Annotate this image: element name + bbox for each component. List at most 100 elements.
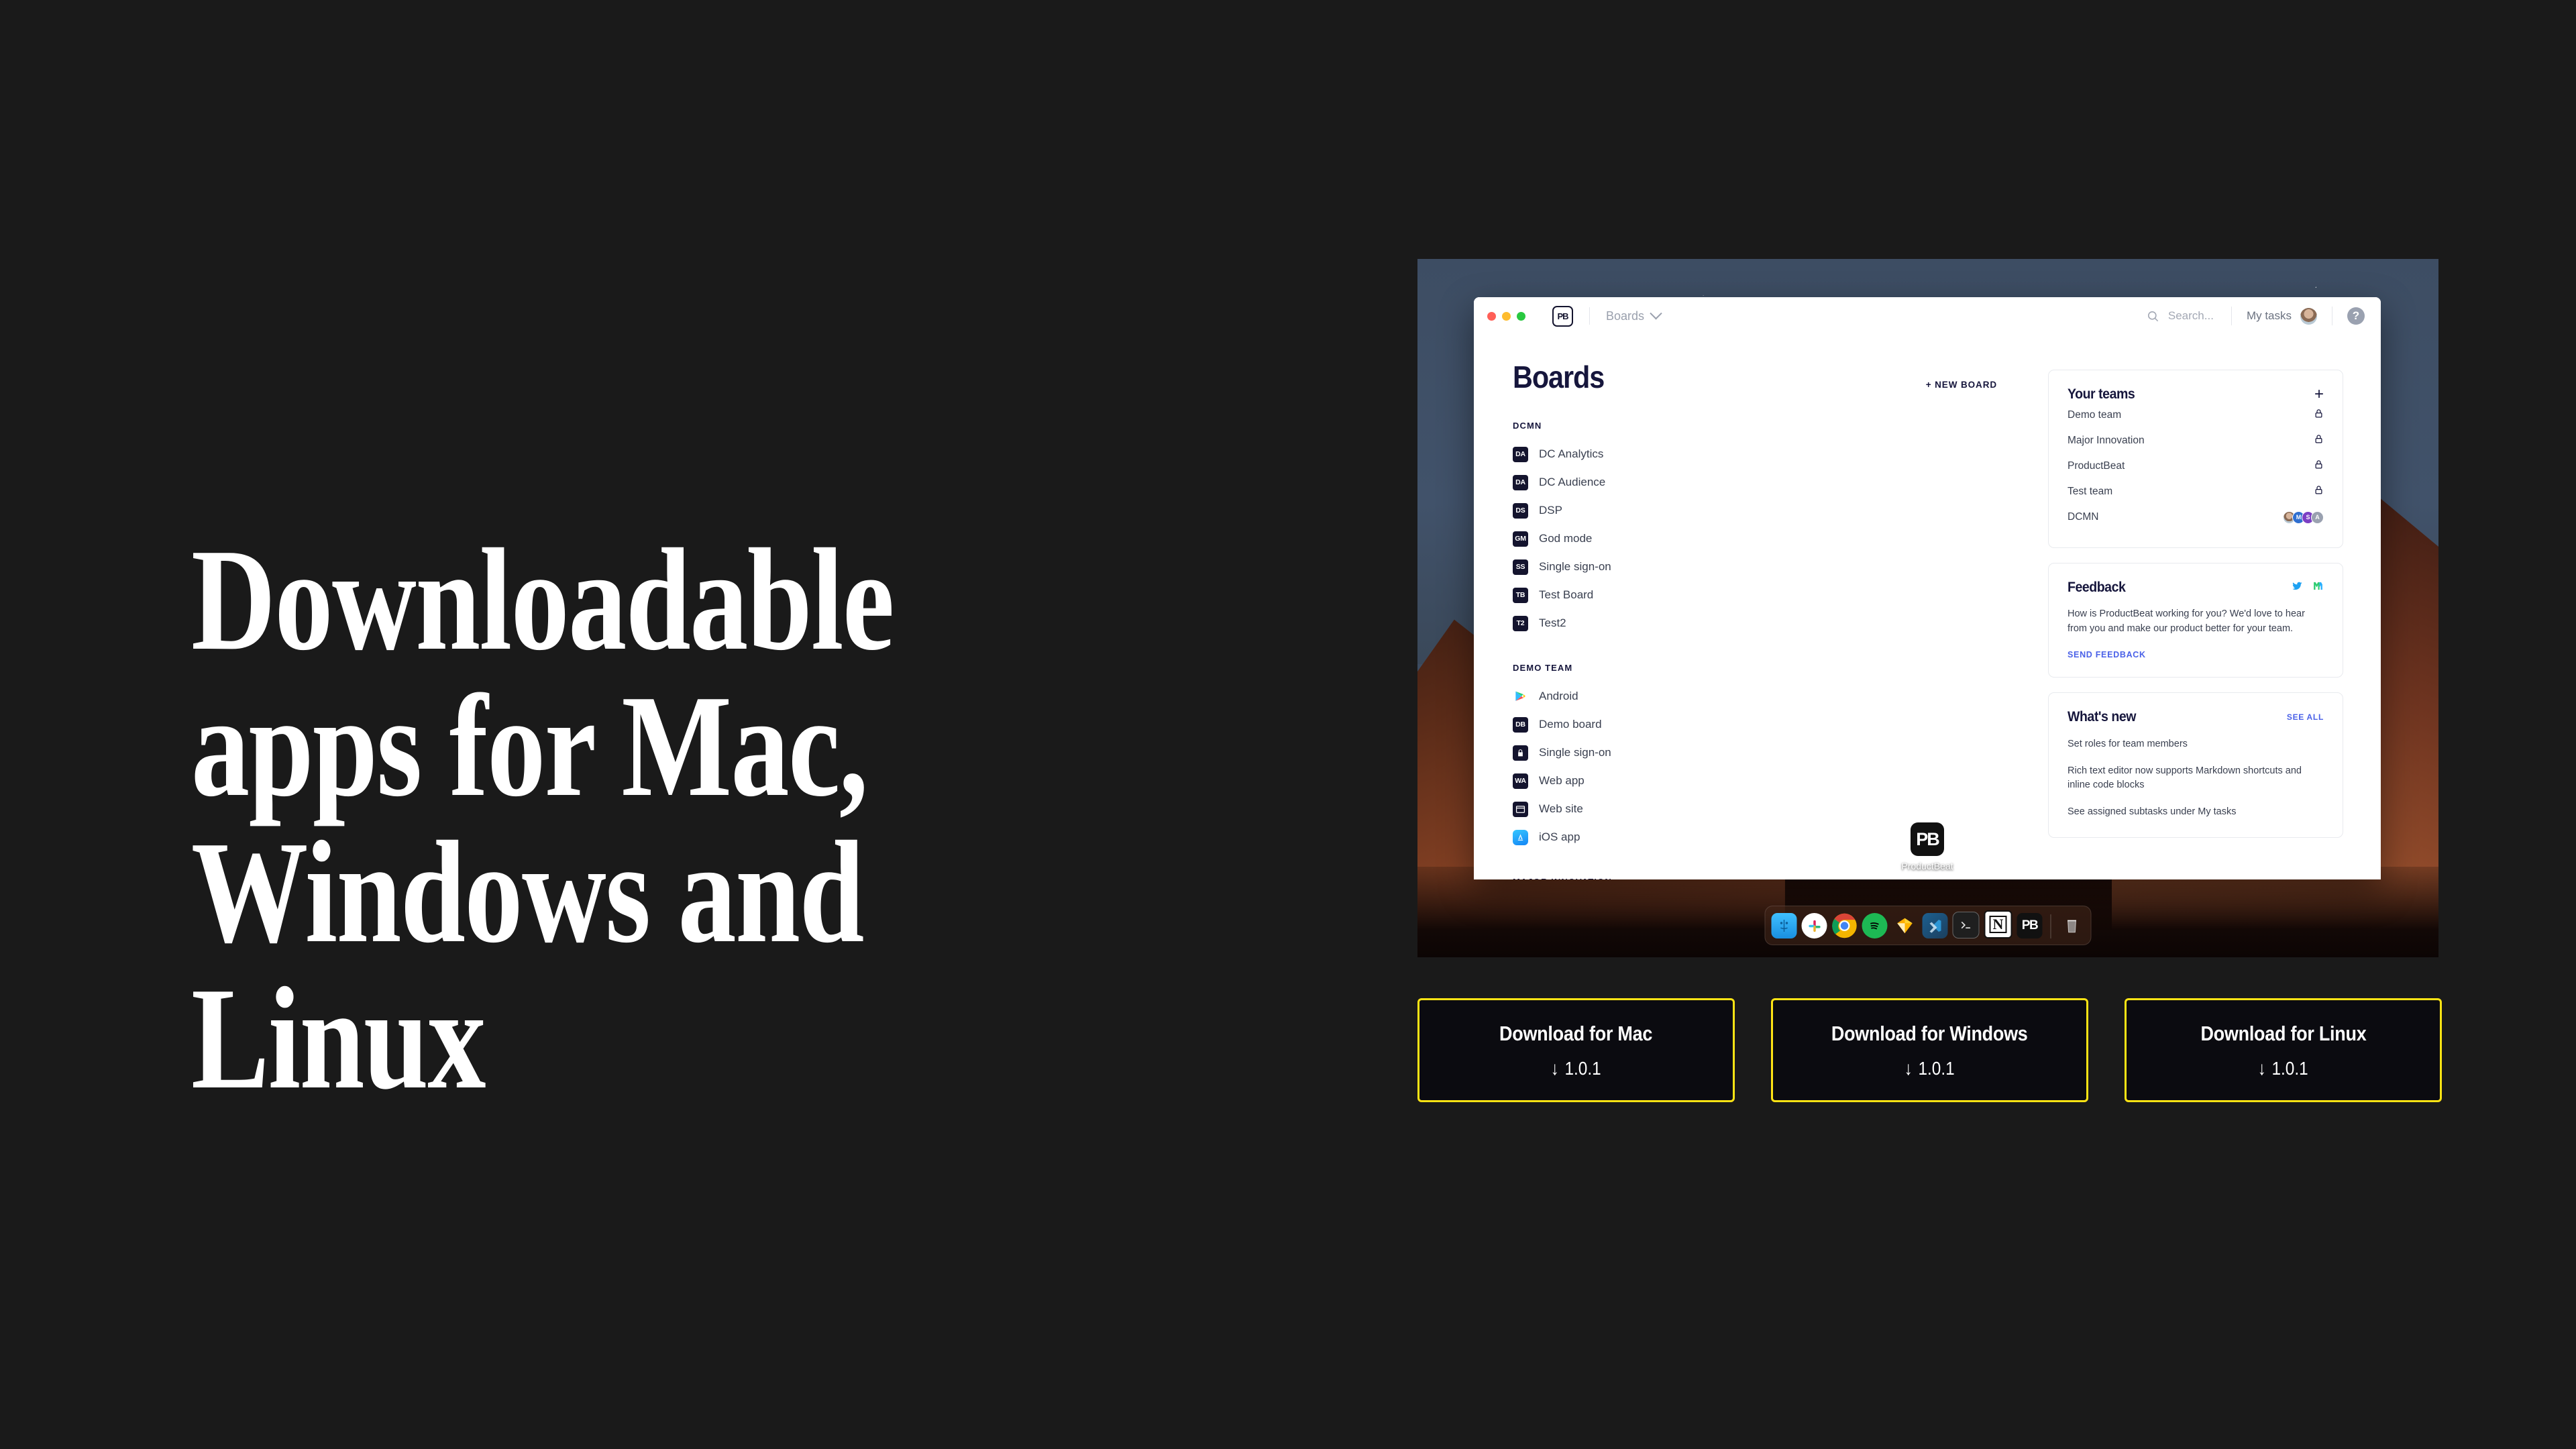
board-item[interactable]: Web site bbox=[1513, 795, 2048, 823]
feedback-title: Feedback bbox=[2068, 580, 2126, 595]
search-icon bbox=[2147, 311, 2159, 321]
board-badge-icon: DA bbox=[1513, 446, 1528, 462]
board-item[interactable]: T2 Test2 bbox=[1513, 609, 2048, 637]
trash-icon[interactable] bbox=[2059, 913, 2085, 938]
team-row[interactable]: DCMN M S A bbox=[2068, 504, 2324, 530]
board-badge-icon: DB bbox=[1513, 716, 1528, 733]
team-name: Demo team bbox=[2068, 409, 2122, 421]
browser-window-icon bbox=[1513, 801, 1528, 817]
board-item[interactable]: WA Web app bbox=[1513, 767, 2048, 795]
boards-title: Boards bbox=[1513, 360, 1605, 394]
desktop-icon-mark-text: PB bbox=[1916, 828, 1939, 849]
my-tasks-label: My tasks bbox=[2246, 309, 2292, 322]
news-item[interactable]: Rich text editor now supports Markdown s… bbox=[2068, 764, 2324, 794]
send-feedback-link[interactable]: SEND FEEDBACK bbox=[2068, 650, 2324, 659]
download-arrow-icon: ↓ bbox=[1550, 1057, 1560, 1079]
download-arrow-icon: ↓ bbox=[2257, 1057, 2267, 1079]
see-all-link[interactable]: SEE ALL bbox=[2287, 712, 2324, 722]
chrome-icon[interactable] bbox=[1832, 913, 1858, 938]
board-group-label-dcmn: DCMN bbox=[1513, 421, 1542, 431]
productbeat-logo-icon: PB bbox=[1552, 305, 1573, 327]
team-row[interactable]: Demo team bbox=[2068, 402, 2324, 428]
lock-icon bbox=[2314, 485, 2324, 498]
minimize-window-button[interactable] bbox=[1502, 311, 1511, 321]
team-row[interactable]: Test team bbox=[2068, 479, 2324, 504]
traffic-lights bbox=[1487, 311, 1525, 321]
avatar[interactable] bbox=[2300, 307, 2317, 325]
board-item-label: Demo board bbox=[1539, 718, 1602, 731]
maximize-window-button[interactable] bbox=[1517, 311, 1525, 321]
download-version: ↓ 1.0.1 bbox=[2258, 1058, 2308, 1079]
download-label: Download for Mac bbox=[1499, 1021, 1653, 1045]
whats-new-header: What's new SEE ALL bbox=[2068, 709, 2324, 725]
team-row[interactable]: Major Innovation bbox=[2068, 428, 2324, 453]
window-body: Boards + NEW BOARD DCMN DA DC Analytics … bbox=[1474, 335, 2381, 879]
news-item[interactable]: Set roles for team members bbox=[2068, 737, 2324, 752]
feedback-social-links bbox=[2292, 580, 2324, 595]
terminal-icon[interactable] bbox=[1952, 912, 1980, 938]
download-version-text: 1.0.1 bbox=[1564, 1057, 1602, 1079]
board-item[interactable]: GM God mode bbox=[1513, 525, 2048, 553]
slack-icon[interactable] bbox=[1801, 913, 1827, 938]
twitter-icon[interactable] bbox=[2292, 580, 2303, 595]
notion-icon[interactable]: N bbox=[1984, 910, 2012, 938]
team-row[interactable]: ProductBeat bbox=[2068, 453, 2324, 479]
feedback-header: Feedback bbox=[2068, 580, 2324, 596]
close-window-button[interactable] bbox=[1487, 311, 1496, 321]
download-for-windows-button[interactable]: Download for Windows ↓ 1.0.1 bbox=[1771, 998, 2088, 1102]
spotify-icon[interactable] bbox=[1862, 913, 1888, 938]
boards-panel: Boards + NEW BOARD DCMN DA DC Analytics … bbox=[1474, 335, 2048, 879]
download-label: Download for Linux bbox=[2200, 1021, 2366, 1045]
your-teams-title: Your teams bbox=[2068, 386, 2135, 402]
sketch-icon[interactable] bbox=[1892, 913, 1918, 938]
board-item[interactable]: SS Single sign-on bbox=[1513, 553, 2048, 581]
my-tasks-button[interactable]: My tasks bbox=[2232, 307, 2332, 325]
download-buttons-row: Download for Mac ↓ 1.0.1 Download for Wi… bbox=[1417, 998, 2442, 1102]
vscode-icon[interactable] bbox=[1922, 913, 1948, 938]
board-item[interactable]: DB Demo board bbox=[1513, 710, 2048, 739]
board-item-label: Single sign-on bbox=[1539, 746, 1611, 759]
board-badge-icon: SS bbox=[1513, 559, 1528, 575]
lock-icon bbox=[2314, 409, 2324, 422]
team-name: ProductBeat bbox=[2068, 460, 2125, 472]
add-team-button[interactable]: + bbox=[2314, 386, 2324, 402]
new-board-button[interactable]: + NEW BOARD bbox=[1926, 380, 1997, 390]
board-badge-icon: DA bbox=[1513, 474, 1528, 490]
board-item-label: iOS app bbox=[1539, 830, 1580, 843]
messenger-icon[interactable] bbox=[2312, 580, 2324, 595]
board-item-label: Single sign-on bbox=[1539, 560, 1611, 573]
board-item[interactable]: Single sign-on bbox=[1513, 739, 2048, 767]
board-item[interactable]: Android bbox=[1513, 682, 2048, 710]
desktop-screenshot: PB Boards Search... My tasks ? Boards + … bbox=[1417, 259, 2438, 957]
boards-header: Boards + NEW BOARD bbox=[1513, 359, 2048, 395]
board-item[interactable]: DA DC Analytics bbox=[1513, 440, 2048, 468]
help-icon[interactable]: ? bbox=[2347, 307, 2365, 325]
board-item[interactable]: DS DSP bbox=[1513, 496, 2048, 525]
desktop-icon-productbeat[interactable]: PB ProductBeat bbox=[1880, 822, 1974, 871]
feedback-card: Feedback How is ProductBeat working for … bbox=[2048, 563, 2343, 678]
search-input[interactable]: Search... bbox=[2147, 309, 2231, 323]
desktop-icon-label: ProductBeat bbox=[1901, 861, 1953, 871]
download-version-text: 1.0.1 bbox=[2271, 1057, 2309, 1079]
board-item-label: Web app bbox=[1539, 774, 1585, 787]
board-item-label: DSP bbox=[1539, 504, 1562, 517]
board-group-label-major-innovation: MAJOR INNOVATION bbox=[1513, 877, 2048, 879]
board-item[interactable]: TB Test Board bbox=[1513, 581, 2048, 609]
whats-new-card: What's new SEE ALL Set roles for team me… bbox=[2048, 692, 2343, 838]
productbeat-icon[interactable]: PB bbox=[2017, 913, 2043, 938]
search-placeholder-text: Search... bbox=[2167, 309, 2214, 322]
feedback-body: How is ProductBeat working for you? We'd… bbox=[2068, 608, 2305, 635]
board-item[interactable]: DA DC Audience bbox=[1513, 468, 2048, 496]
finder-icon[interactable] bbox=[1771, 913, 1797, 938]
download-for-linux-button[interactable]: Download for Linux ↓ 1.0.1 bbox=[2125, 998, 2442, 1102]
help-icon-glyph: ? bbox=[2352, 309, 2360, 322]
board-item-label: Test Board bbox=[1539, 588, 1594, 601]
download-for-mac-button[interactable]: Download for Mac ↓ 1.0.1 bbox=[1417, 998, 1735, 1102]
boards-dropdown[interactable]: Boards bbox=[1606, 307, 1662, 323]
download-label: Download for Windows bbox=[1831, 1021, 2028, 1045]
news-item[interactable]: See assigned subtasks under My tasks bbox=[2068, 805, 2324, 820]
titlebar-right-group: Search... My tasks ? bbox=[2147, 307, 2365, 325]
boards-dropdown-label: Boards bbox=[1606, 309, 1645, 323]
window-titlebar: PB Boards Search... My tasks ? bbox=[1474, 297, 2381, 335]
avatar-stack: M S A bbox=[2283, 511, 2324, 524]
